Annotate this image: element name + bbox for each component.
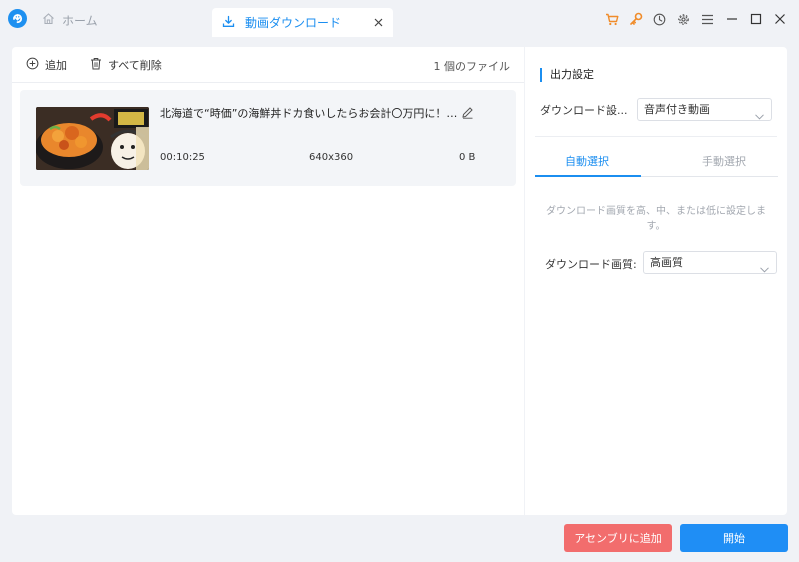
delete-all-label: すべて削除 (108, 59, 162, 72)
download-setting-label: ダウンロード設... (540, 104, 628, 117)
add-button[interactable]: 追加 (26, 57, 67, 73)
tab-video-download[interactable]: 動画ダウンロード (212, 8, 393, 37)
add-icon (26, 57, 39, 73)
cart-icon[interactable] (604, 12, 619, 27)
key-icon[interactable] (628, 12, 643, 27)
download-setting-select[interactable]: 音声付き動画 (637, 98, 772, 121)
tab-manual-select[interactable]: 手動選択 (666, 153, 782, 169)
tab-home[interactable]: ホーム (42, 10, 98, 30)
app-logo (8, 9, 27, 28)
file-list-panel: 追加 すべて削除 1 個のファイル 北海道で“時価”の海鮮丼ドカ食いしたらお会計… (12, 47, 524, 515)
video-resolution: 640x360 (309, 152, 354, 163)
quality-label: ダウンロード画質: (545, 258, 637, 271)
maximize-icon[interactable] (748, 12, 763, 27)
output-settings-title: 出力設定 (540, 68, 594, 82)
gear-icon[interactable] (676, 12, 691, 27)
video-duration: 00:10:25 (160, 152, 205, 163)
edit-icon[interactable] (461, 106, 474, 119)
tab-auto-select[interactable]: 自動選択 (529, 153, 645, 169)
start-button[interactable]: 開始 (680, 524, 788, 552)
tab-download-label: 動画ダウンロード (245, 16, 342, 30)
video-thumbnail (36, 107, 149, 170)
minimize-icon[interactable] (724, 12, 739, 27)
add-button-label: 追加 (45, 59, 67, 72)
delete-all-button[interactable]: すべて削除 (90, 57, 162, 73)
close-icon[interactable] (772, 12, 787, 27)
quality-value: 高画質 (650, 256, 683, 269)
add-to-assembly-button[interactable]: アセンブリに追加 (564, 524, 672, 552)
settings-divider (535, 136, 777, 137)
quality-select[interactable]: 高画質 (643, 251, 777, 274)
chevron-down-icon (760, 259, 769, 273)
video-size: 0 B (459, 152, 476, 163)
tab-home-label: ホーム (62, 13, 98, 28)
output-settings-panel: 出力設定 ダウンロード設... 音声付き動画 自動選択 手動選択 ダウンロード画… (525, 47, 787, 515)
clock-icon[interactable] (652, 12, 667, 27)
menu-icon[interactable] (700, 12, 715, 27)
trash-icon (90, 57, 102, 73)
tab-close-icon[interactable] (371, 15, 385, 29)
video-title: 北海道で“時価”の海鮮丼ドカ食いしたらお会計〇万円に！？... (160, 107, 460, 120)
quality-hint: ダウンロード画質を高、中、または低に設定します。 (546, 206, 766, 232)
window-controls (604, 10, 787, 28)
video-item[interactable]: 北海道で“時価”の海鮮丼ドカ食いしたらお会計〇万円に！？... 00:10:25… (20, 90, 516, 186)
chevron-down-icon (755, 106, 764, 120)
download-setting-value: 音声付き動画 (644, 103, 710, 116)
title-bar: ホーム 動画ダウンロード (0, 0, 799, 37)
active-tab-indicator (535, 175, 641, 177)
home-icon (42, 12, 55, 28)
file-count: 1 個のファイル (433, 60, 511, 73)
file-toolbar: 追加 すべて削除 1 個のファイル (12, 47, 524, 83)
download-icon (222, 15, 235, 31)
